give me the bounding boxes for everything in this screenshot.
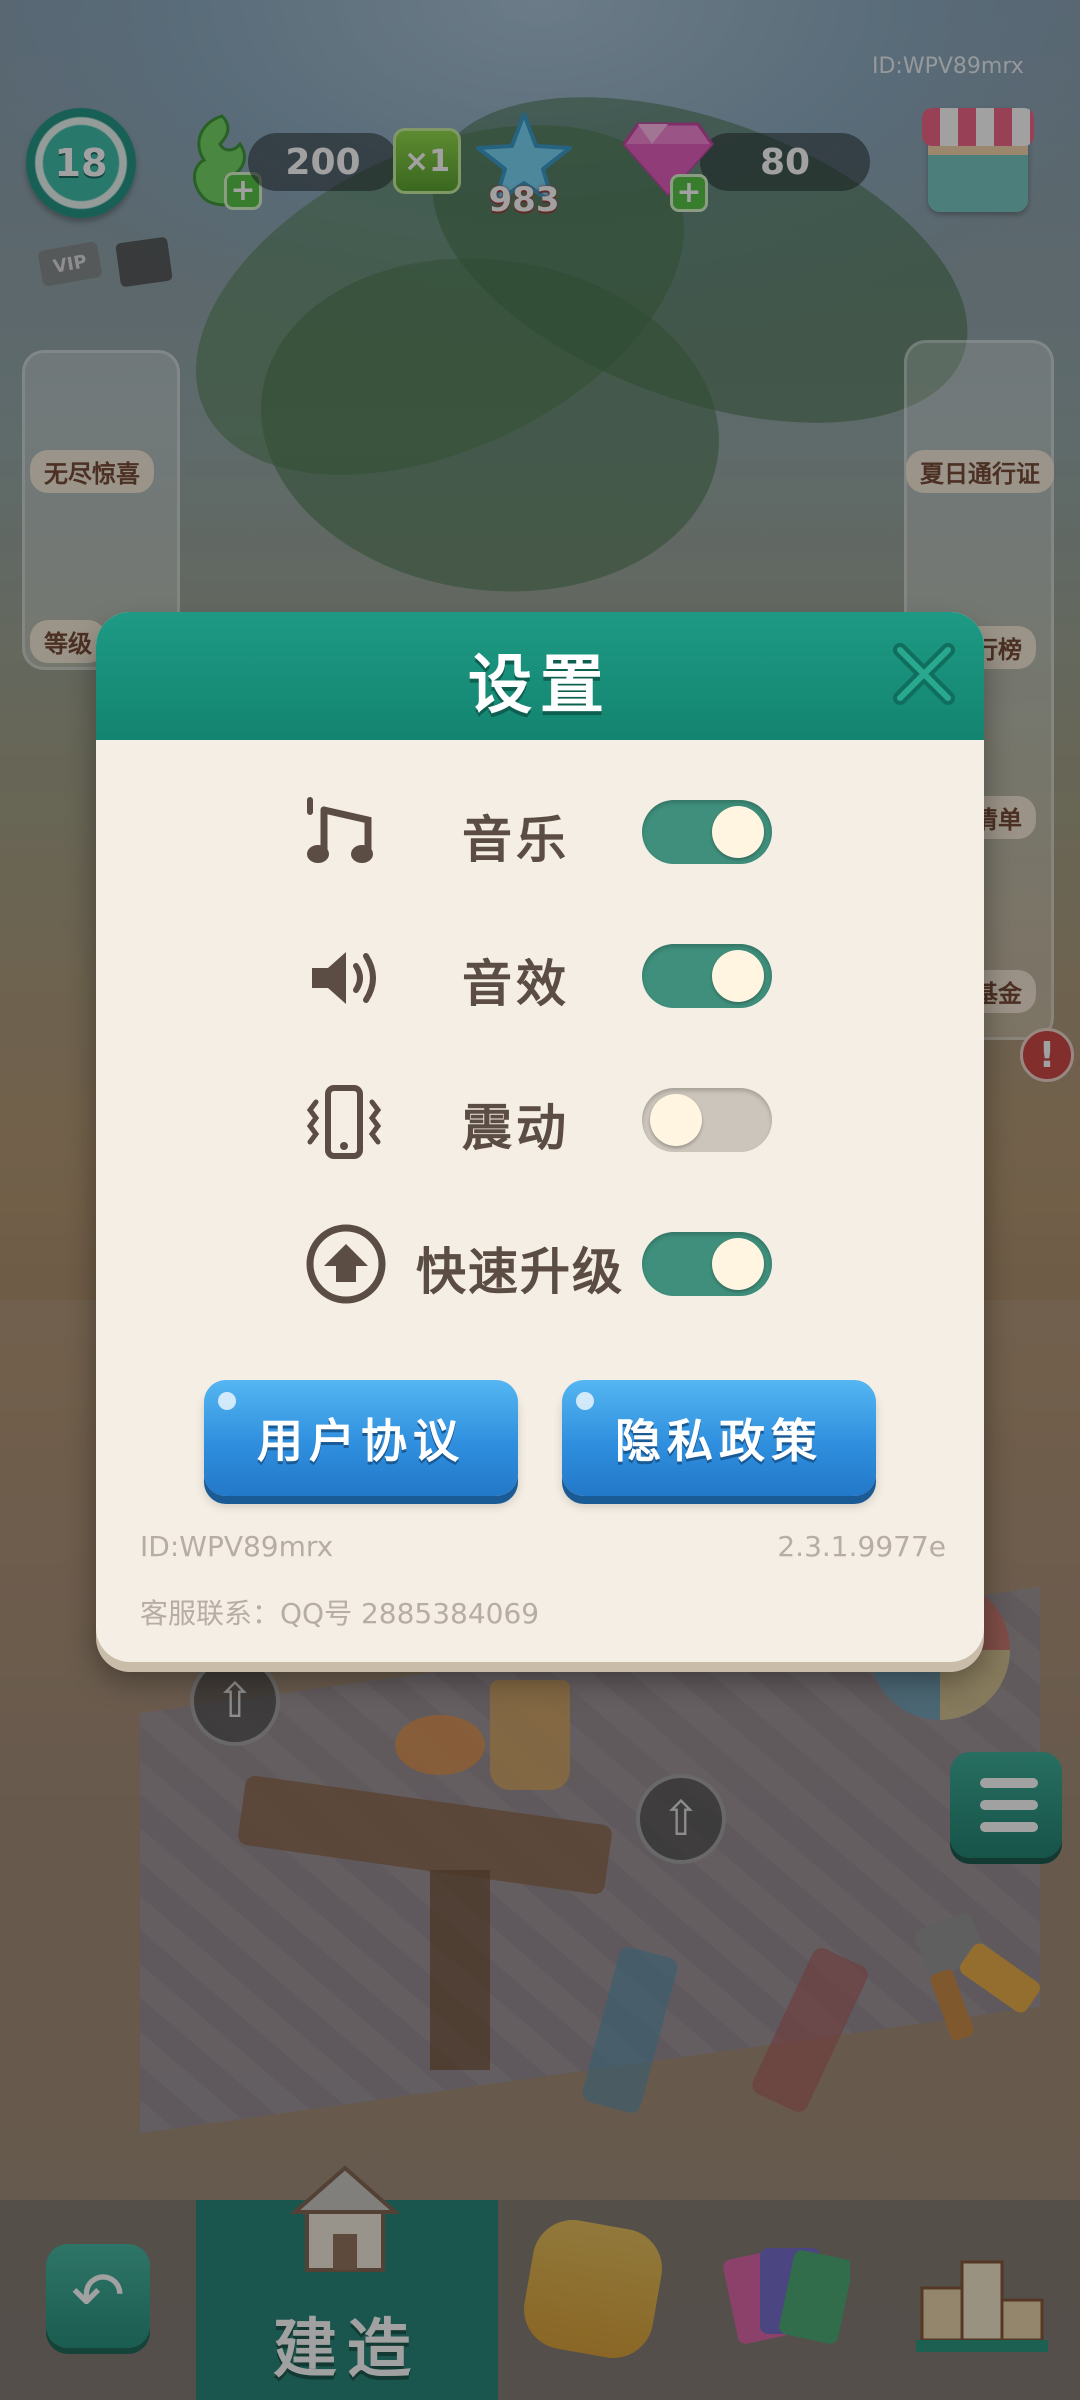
sound-effects-setting-row: 音效 — [96, 926, 984, 1026]
sound-effects-label: 音效 — [462, 955, 570, 1013]
support-contact: 客服联系：QQ号 2885384069 — [140, 1597, 540, 1630]
quick-upgrade-toggle[interactable] — [642, 1232, 772, 1296]
music-note-icon — [307, 797, 373, 863]
upgrade-arrow-icon — [306, 1224, 386, 1304]
toggle-knob — [712, 806, 764, 858]
settings-dialog: 设置 音乐 音效 震动 快速升级 用户协议 隐私政策 ID:WPV89mrx 2… — [96, 612, 984, 1662]
toggle-knob — [650, 1094, 702, 1146]
toggle-knob — [712, 1238, 764, 1290]
toggle-knob — [712, 950, 764, 1002]
quick-upgrade-label: 快速升级 — [416, 1243, 624, 1301]
privacy-policy-button[interactable]: 隐私政策 — [562, 1380, 876, 1496]
user-agreement-button[interactable]: 用户协议 — [204, 1380, 518, 1496]
dialog-title: 设置 — [468, 649, 612, 723]
close-icon[interactable] — [886, 636, 962, 712]
vibration-setting-row: 震动 — [96, 1070, 984, 1170]
speaker-icon — [312, 952, 376, 1004]
quick-upgrade-setting-row: 快速升级 — [96, 1214, 984, 1314]
music-label: 音乐 — [462, 811, 570, 869]
music-setting-row: 音乐 — [96, 782, 984, 882]
vibration-toggle[interactable] — [642, 1088, 772, 1152]
sound-effects-toggle[interactable] — [642, 944, 772, 1008]
vibration-label: 震动 — [462, 1099, 570, 1157]
version-label: 2.3.1.9977e — [777, 1530, 946, 1563]
footer-player-id: ID:WPV89mrx — [140, 1530, 334, 1563]
vibration-icon — [306, 1085, 382, 1159]
music-toggle[interactable] — [642, 800, 772, 864]
